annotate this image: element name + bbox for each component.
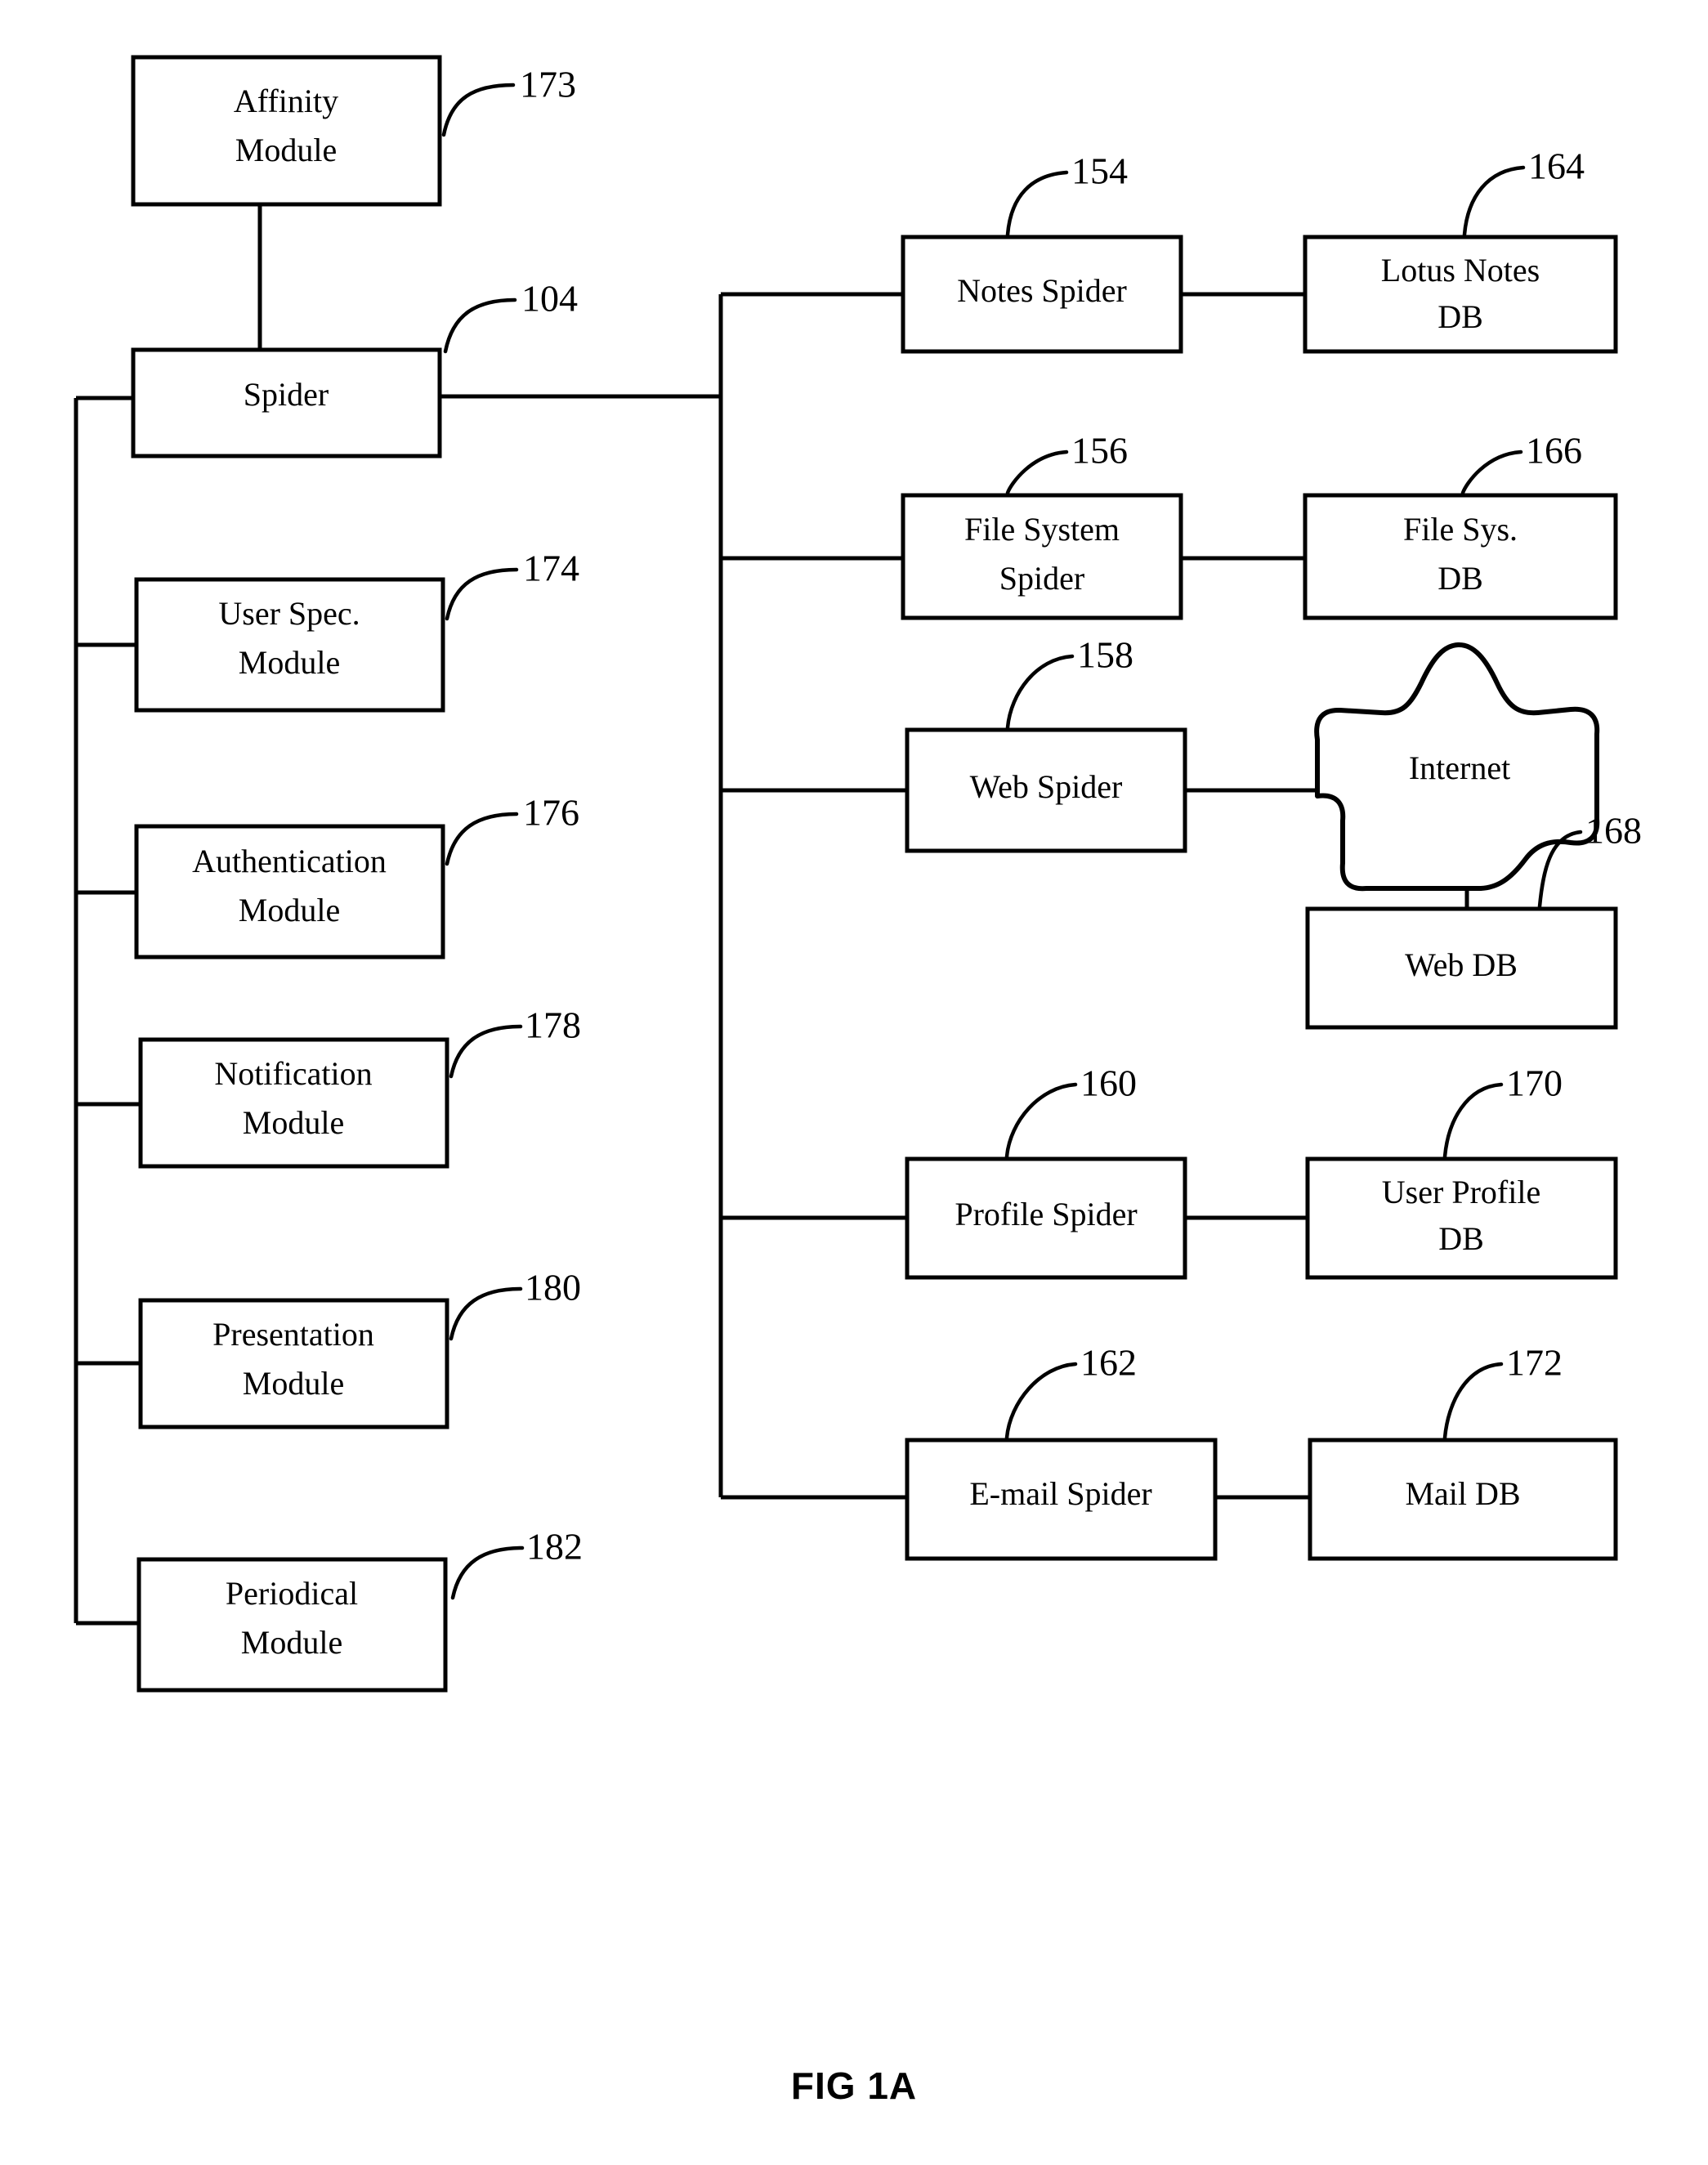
leader-158 — [1005, 654, 1075, 730]
patent-figure-sheet: Internet Affinity Module Spider User Spe… — [0, 0, 1708, 2165]
internet-cloud: Internet — [1314, 642, 1600, 892]
box-profile-spider: Profile Spider — [905, 1156, 1187, 1280]
notes-spider-label: Notes Spider — [957, 272, 1127, 309]
periodical-module-label-line1: Periodical — [226, 1575, 358, 1612]
ref-numeral-168: 168 — [1585, 810, 1642, 852]
box-file-system-spider: File System Spider — [901, 493, 1183, 620]
ref-numeral-180: 180 — [525, 1267, 581, 1308]
figure-caption: FIG 1A — [791, 2064, 917, 2107]
authentication-module-label-line2: Module — [239, 892, 340, 928]
notification-module-label-line1: Notification — [214, 1055, 372, 1092]
profile-spider-label: Profile Spider — [955, 1196, 1137, 1232]
ref-numeral-154: 154 — [1071, 150, 1128, 192]
leader-172 — [1442, 1362, 1504, 1440]
ref-numeral-173: 173 — [520, 64, 576, 105]
box-spider: Spider — [131, 347, 442, 458]
leader-154 — [1005, 170, 1069, 237]
leader-170 — [1442, 1082, 1504, 1159]
authentication-module-label-line1: Authentication — [192, 843, 387, 879]
box-notes-spider: Notes Spider — [901, 235, 1183, 354]
ref-numeral-166: 166 — [1526, 430, 1582, 472]
box-periodical-module: Periodical Module — [136, 1557, 448, 1693]
box-email-spider: E-mail Spider — [905, 1438, 1218, 1561]
box-web-db: Web DB — [1305, 906, 1618, 1030]
ref-numeral-156: 156 — [1071, 430, 1128, 472]
leader-104 — [443, 297, 517, 354]
leader-182 — [450, 1545, 525, 1600]
affinity-module-label-line2: Module — [235, 132, 337, 168]
leader-164 — [1462, 165, 1526, 237]
ref-numeral-104: 104 — [521, 278, 578, 320]
ref-numeral-176: 176 — [523, 792, 579, 834]
box-file-sys-db: File Sys. DB — [1303, 493, 1618, 620]
box-affinity-module: Affinity Module — [131, 55, 442, 207]
notification-module-label-line2: Module — [243, 1104, 344, 1141]
web-db-label: Web DB — [1405, 946, 1518, 983]
file-system-spider-label-line1: File System — [964, 511, 1120, 548]
leader-173 — [441, 83, 516, 137]
ref-numeral-172: 172 — [1506, 1342, 1563, 1384]
web-spider-label: Web Spider — [970, 768, 1123, 805]
ref-numeral-164: 164 — [1528, 145, 1585, 187]
file-sys-db-label-line1: File Sys. — [1403, 511, 1518, 548]
ref-numeral-160: 160 — [1080, 1062, 1137, 1104]
box-lotus-notes-db: Lotus Notes DB — [1303, 235, 1618, 354]
lotus-notes-db-label-line1: Lotus Notes — [1381, 252, 1540, 289]
box-authentication-module: Authentication Module — [134, 824, 445, 959]
ref-numeral-162: 162 — [1080, 1342, 1137, 1384]
figure-1a-diagram: Internet Affinity Module Spider User Spe… — [74, 55, 1642, 2107]
box-presentation-module: Presentation Module — [138, 1298, 449, 1429]
leader-156 — [1005, 450, 1069, 495]
affinity-module-rect — [131, 55, 442, 207]
ref-numeral-178: 178 — [525, 1004, 581, 1046]
affinity-module-label-line1: Affinity — [234, 83, 338, 119]
leader-174 — [445, 567, 519, 621]
leader-166 — [1460, 450, 1523, 495]
mail-db-label: Mail DB — [1405, 1475, 1520, 1512]
ref-numeral-174: 174 — [523, 548, 579, 589]
internet-cloud-label: Internet — [1409, 749, 1510, 786]
spider-label: Spider — [244, 376, 329, 413]
periodical-module-label-line2: Module — [241, 1624, 342, 1661]
box-web-spider: Web Spider — [905, 727, 1187, 853]
user-profile-db-label-line1: User Profile — [1382, 1174, 1540, 1210]
file-system-spider-label-line2: Spider — [999, 560, 1084, 597]
leader-176 — [445, 812, 519, 866]
leader-178 — [449, 1024, 523, 1079]
presentation-module-label-line2: Module — [243, 1365, 344, 1402]
box-user-profile-db: User Profile DB — [1305, 1156, 1618, 1280]
box-notification-module: Notification Module — [138, 1037, 449, 1169]
user-spec-module-label-line2: Module — [239, 644, 340, 681]
leader-162 — [1004, 1362, 1078, 1440]
leader-180 — [449, 1286, 523, 1341]
email-spider-label: E-mail Spider — [969, 1475, 1151, 1512]
box-mail-db: Mail DB — [1308, 1438, 1618, 1561]
presentation-module-label-line1: Presentation — [212, 1316, 374, 1353]
user-profile-db-label-line2: DB — [1438, 1220, 1484, 1257]
ref-numeral-170: 170 — [1506, 1062, 1563, 1104]
lotus-notes-db-label-line2: DB — [1437, 298, 1483, 335]
leader-160 — [1004, 1082, 1078, 1159]
ref-numeral-182: 182 — [526, 1526, 583, 1568]
user-spec-module-label-line1: User Spec. — [218, 595, 360, 632]
box-user-spec-module: User Spec. Module — [134, 577, 445, 713]
file-sys-db-label-line2: DB — [1437, 560, 1483, 597]
ref-numeral-158: 158 — [1077, 634, 1133, 676]
